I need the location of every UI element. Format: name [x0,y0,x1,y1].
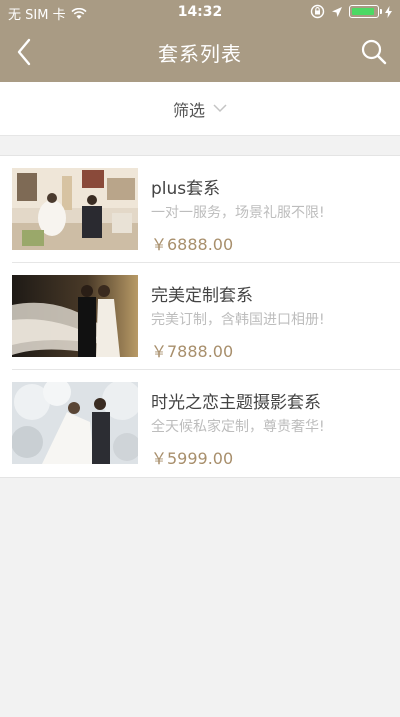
package-title: plus套系 [151,179,221,199]
package-thumbnail [12,382,138,464]
chevron-down-icon [213,104,227,113]
package-list: plus套系 一对一服务，场景礼服不限! ￥6888.00 完美定制套系 完美订… [0,155,400,478]
search-button[interactable] [356,34,392,70]
status-bar: 无 SIM 卡 14:32 [0,0,400,24]
app-header: 无 SIM 卡 14:32 套系列表 [0,0,400,82]
package-subtitle: 一对一服务，场景礼服不限! [151,205,325,221]
location-arrow-icon [332,6,342,17]
wedding-photo-image [12,168,138,250]
page-title: 套系列表 [158,42,242,66]
search-icon [361,39,387,65]
package-subtitle: 完美订制，含韩国进口相册! [151,312,325,328]
battery-icon [349,5,382,18]
package-price: ￥5999.00 [151,449,234,468]
package-item[interactable]: 完美定制套系 完美订制，含韩国进口相册! ￥7888.00 [12,263,400,370]
package-item[interactable]: plus套系 一对一服务，场景礼服不限! ￥6888.00 [12,156,400,263]
package-price: ￥7888.00 [151,342,234,361]
package-title: 时光之恋主题摄影套系 [151,393,321,413]
filter-label: 筛选 [172,100,205,120]
package-title: 完美定制套系 [151,286,253,306]
package-price: ￥6888.00 [151,235,234,254]
status-right [310,4,392,19]
package-item[interactable]: 时光之恋主题摄影套系 全天候私家定制，尊贵奢华! ￥5999.00 [12,370,400,477]
wedding-photo-image [12,382,138,464]
wedding-photo-image [12,275,138,357]
package-thumbnail [12,168,138,250]
rotation-lock-icon [310,4,325,19]
filter-button[interactable]: 筛选 [0,82,400,136]
charging-bolt-icon [385,5,392,18]
navigation-bar: 套系列表 [0,24,400,82]
package-subtitle: 全天候私家定制，尊贵奢华! [151,419,325,435]
package-thumbnail [12,275,138,357]
